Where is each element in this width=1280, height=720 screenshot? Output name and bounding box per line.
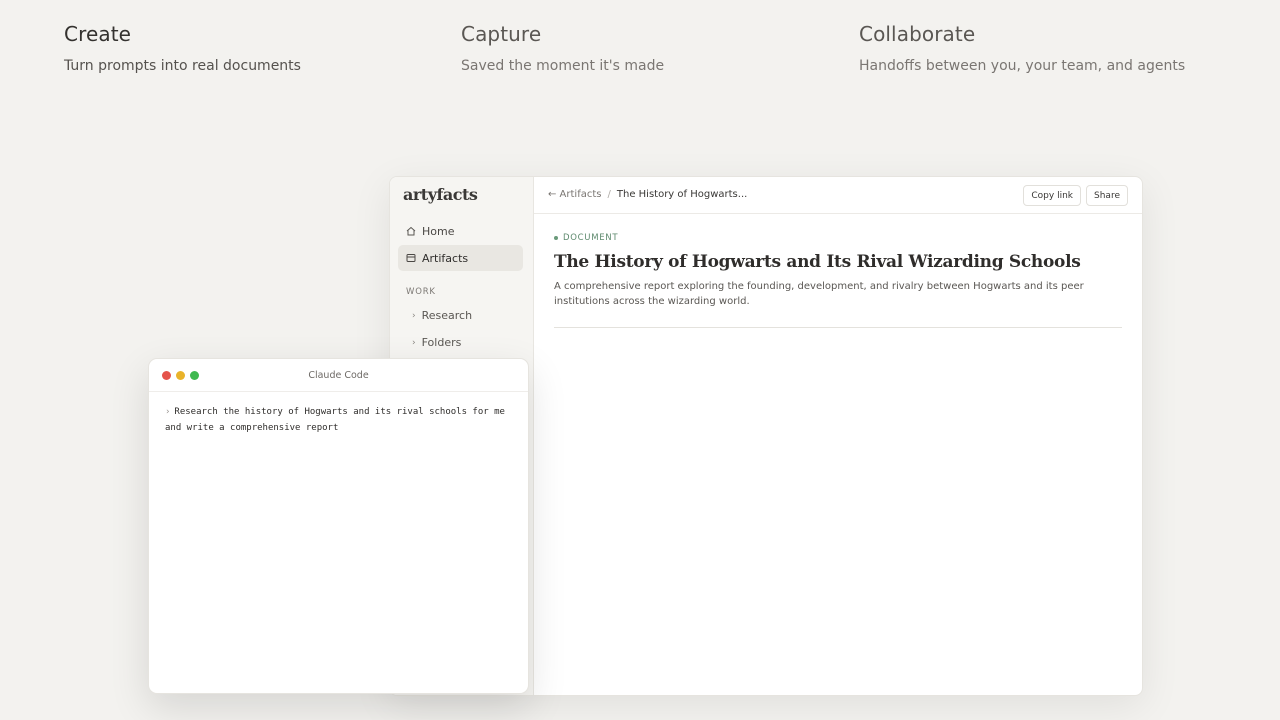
sidebar-item-label: Home [422,224,455,238]
sidebar-item-home[interactable]: Home [398,218,523,244]
main-panel: ← Artifacts / The History of Hogwarts...… [534,177,1142,695]
document-type-badge: DOCUMENT [554,233,1122,243]
chevron-right-icon: › [412,337,416,348]
sidebar-item-research[interactable]: › Research [412,309,472,322]
section-label-work: WORK [406,287,436,297]
artifacts-icon [406,254,416,262]
sidebar-item-label: Research [421,309,473,322]
sidebar-item-folders[interactable]: › Folders [412,336,461,349]
chevron-right-icon: › [412,310,416,321]
feature-title: Collaborate [859,22,976,46]
sidebar-item-label: Folders [421,336,462,349]
sidebar-item-artifacts[interactable]: Artifacts [398,245,523,271]
document-title: The History of Hogwarts and Its Rival Wi… [554,252,1081,272]
feature-subtitle: Saved the moment it's made [461,58,665,74]
terminal-output[interactable]: › Research the history of Hogwarts and it… [149,392,528,448]
copy-link-button[interactable]: Copy link [1023,185,1081,206]
feature-subtitle: Turn prompts into real documents [64,58,301,74]
status-dot-icon [554,236,558,240]
document-description: A comprehensive report exploring the fou… [554,281,1084,307]
breadcrumb-back-link[interactable]: ← Artifacts [548,189,602,200]
feature-create: Create Turn prompts into real documents [64,22,301,74]
sidebar-item-label: Artifacts [422,251,469,265]
breadcrumb-separator: / [607,189,611,200]
feature-collaborate: Collaborate Handoffs between you, your t… [859,22,1185,74]
document-type-label: DOCUMENT [563,233,619,243]
breadcrumb: ← Artifacts / The History of Hogwarts... [548,189,747,200]
breadcrumb-current: The History of Hogwarts... [616,189,748,200]
terminal-command: Research the history of Hogwarts and its… [165,407,505,433]
feature-title: Create [64,22,132,46]
topbar: ← Artifacts / The History of Hogwarts...… [534,177,1142,214]
app-logo[interactable]: artyfacts [403,185,478,204]
terminal-title: Claude Code [308,370,369,381]
terminal-window: Claude Code › Research the history of Hog… [148,358,529,694]
feature-subtitle: Handoffs between you, your team, and age… [859,58,1186,74]
home-icon [406,226,416,236]
terminal-titlebar: Claude Code [149,359,528,392]
divider [554,327,1122,328]
prompt-chevron-icon: › [165,407,171,417]
share-button[interactable]: Share [1086,185,1128,206]
feature-title: Capture [461,22,542,46]
feature-capture: Capture Saved the moment it's made [461,22,664,74]
document-header: DOCUMENT The History of Hogwarts and Its… [554,233,1122,328]
